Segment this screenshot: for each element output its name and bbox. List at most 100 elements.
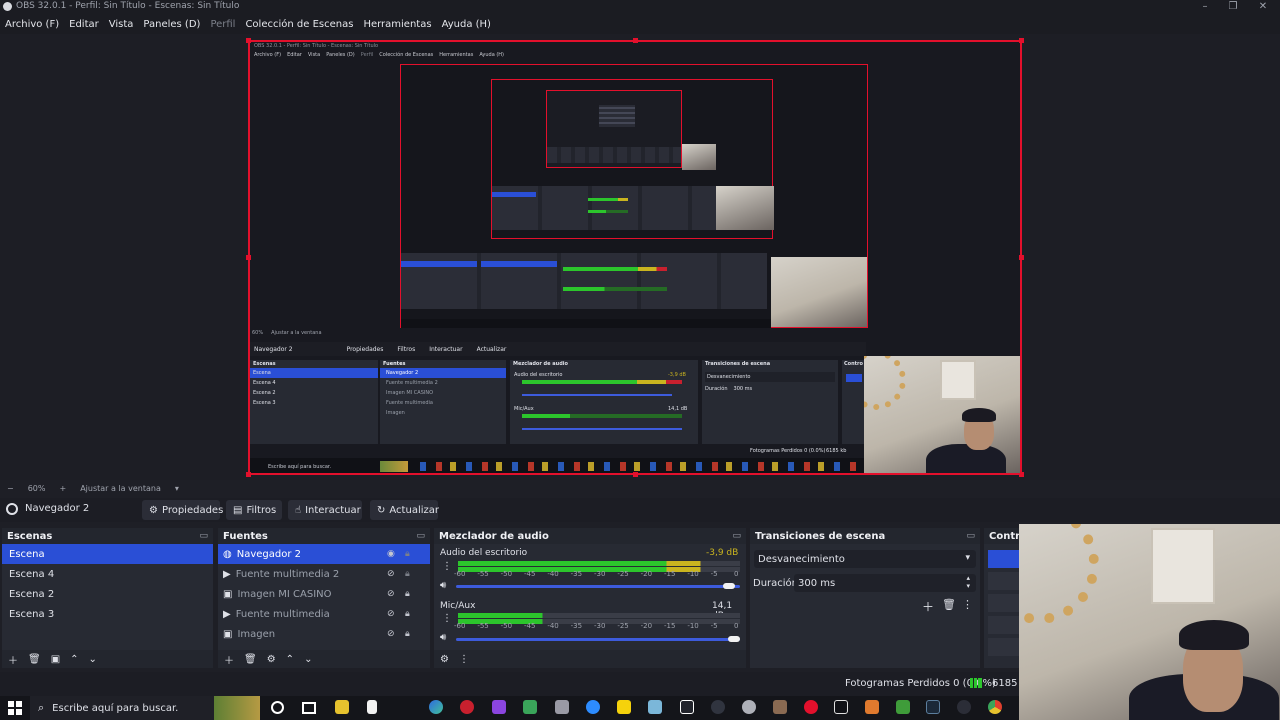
eye-hidden-icon[interactable]: ⊘ <box>387 569 395 579</box>
close-button[interactable]: ✕ <box>1248 0 1278 14</box>
eye-hidden-icon[interactable]: ⊘ <box>387 629 395 639</box>
chevron-down-icon[interactable]: ⌄ <box>89 654 97 665</box>
kebab-menu-icon[interactable]: ⋮ <box>459 654 469 665</box>
resize-handle-tr[interactable] <box>1019 38 1024 43</box>
unlock-icon[interactable]: 🔒︎ <box>405 569 410 579</box>
menu-paneles[interactable]: Paneles (D) <box>143 19 200 30</box>
resize-handle-tm[interactable] <box>633 38 638 43</box>
kebab-menu-icon[interactable]: ⋮ <box>442 613 452 624</box>
chrome-icon[interactable] <box>988 700 1002 714</box>
dock-menu-icon[interactable]: ▭ <box>199 531 208 541</box>
menu-editar[interactable]: Editar <box>69 19 99 30</box>
eye-hidden-icon[interactable]: ⊘ <box>387 589 395 599</box>
minecraft-icon[interactable] <box>896 700 910 714</box>
source-item[interactable]: ▣ Imagen MI CASINO ⊘ 🔒︎ <box>218 584 430 604</box>
task-view-icon[interactable] <box>302 702 316 714</box>
lock-icon[interactable]: 🔒︎ <box>405 589 410 599</box>
record-app-icon[interactable] <box>460 700 474 714</box>
kebab-menu-icon[interactable]: ⋮ <box>442 561 452 572</box>
chevron-down-icon[interactable]: ⌄ <box>304 654 312 665</box>
chevron-up-icon[interactable]: ⌃ <box>286 654 294 665</box>
scene-item[interactable]: Escena 3 <box>2 604 213 624</box>
sticky-notes-icon[interactable] <box>617 700 631 714</box>
volume-knob-desktop[interactable] <box>722 583 735 589</box>
menu-perfil[interactable]: Perfil <box>210 19 235 30</box>
source-item[interactable]: ▣ Imagen ⊘ 🔒︎ <box>218 624 430 644</box>
scene-item[interactable]: Escena 2 <box>2 584 213 604</box>
resize-handle-bl[interactable] <box>246 472 251 477</box>
dock-menu-icon[interactable]: ▭ <box>416 531 425 541</box>
menu-coleccion-escenas[interactable]: Colección de Escenas <box>245 19 353 30</box>
obs-icon[interactable] <box>711 700 725 714</box>
add-source-icon[interactable]: ＋ <box>224 652 234 667</box>
trash-icon[interactable]: 🗑 <box>244 654 257 665</box>
volume-slider-mic[interactable] <box>456 638 740 641</box>
menu-vista[interactable]: Vista <box>109 19 134 30</box>
twitch-icon[interactable] <box>492 700 506 714</box>
file-explorer-icon[interactable] <box>335 700 349 714</box>
eye-icon[interactable]: ◉ <box>387 549 395 559</box>
app-icon[interactable] <box>957 700 971 714</box>
unlock-icon[interactable]: 🔒︎ <box>405 549 410 559</box>
settings-icon[interactable] <box>742 700 756 714</box>
source-item[interactable]: ◍ Navegador 2 ◉ 🔒︎ <box>218 544 430 564</box>
properties-button[interactable]: ⚙ Propiedades <box>142 500 223 520</box>
app-icon[interactable] <box>865 700 879 714</box>
lock-icon[interactable]: 🔒︎ <box>405 629 410 639</box>
transition-select[interactable]: Desvanecimiento ▾ <box>754 550 976 568</box>
source-item[interactable]: ▶ Fuente multimedia ⊘ 🔒︎ <box>218 604 430 624</box>
chevron-down-icon[interactable]: ▾ <box>175 484 179 493</box>
capcut-icon[interactable] <box>680 700 694 714</box>
source-item[interactable]: ▶ Fuente multimedia 2 ⊘ 🔒︎ <box>218 564 430 584</box>
menu-ayuda[interactable]: Ayuda (H) <box>442 19 491 30</box>
filters-button[interactable]: ▤ Filtros <box>226 500 282 520</box>
speaker-icon[interactable]: 🔊︎ <box>440 632 446 643</box>
kebab-menu-icon[interactable]: ⋮ <box>962 598 973 611</box>
dock-menu-icon[interactable]: ▭ <box>732 531 741 541</box>
nested-webcam <box>716 186 774 230</box>
scene-item[interactable]: Escena <box>2 544 213 564</box>
lock-icon[interactable]: 🔒︎ <box>405 609 410 619</box>
resize-handle-tl[interactable] <box>246 38 251 43</box>
opera-icon[interactable] <box>804 700 818 714</box>
gear-icon[interactable]: ⚙ <box>267 654 276 665</box>
volume-knob-mic[interactable] <box>728 636 740 642</box>
volume-slider-desktop[interactable] <box>456 585 740 588</box>
eye-hidden-icon[interactable]: ⊘ <box>387 609 395 619</box>
duration-input[interactable]: 300 ms ▴ ▾ <box>794 574 976 592</box>
spinner-icon[interactable]: ▴ ▾ <box>966 574 970 590</box>
zoom-in-button[interactable]: + <box>59 484 66 493</box>
menu-archivo[interactable]: Archivo (F) <box>5 19 59 30</box>
tiktok-icon[interactable] <box>834 700 848 714</box>
add-scene-icon[interactable]: ＋ <box>8 652 18 667</box>
app-icon[interactable] <box>773 700 787 714</box>
menu-herramientas[interactable]: Herramientas <box>363 19 431 30</box>
speaker-icon[interactable]: 🔊︎ <box>440 580 446 591</box>
dock-menu-icon[interactable]: ▭ <box>966 531 975 541</box>
app-icon[interactable] <box>648 700 662 714</box>
zoom-out-button[interactable]: − <box>7 484 14 493</box>
trash-icon[interactable]: 🗑 <box>942 598 956 611</box>
fit-to-window-label[interactable]: Ajustar a la ventana <box>80 484 161 493</box>
resize-handle-mr[interactable] <box>1019 255 1024 260</box>
cortana-icon[interactable] <box>271 701 284 714</box>
refresh-button[interactable]: ↻ Actualizar <box>370 500 439 520</box>
filters-icon[interactable]: ▣ <box>51 654 60 665</box>
add-transition-icon[interactable]: ＋ <box>922 598 934 615</box>
app-icon[interactable] <box>523 700 537 714</box>
resize-handle-ml[interactable] <box>246 255 251 260</box>
chevron-up-icon[interactable]: ⌃ <box>70 654 78 665</box>
resize-handle-bm[interactable] <box>633 472 638 477</box>
zoom-icon[interactable] <box>586 700 600 714</box>
advanced-audio-icon[interactable]: ⚙ <box>440 654 449 665</box>
windows-start-icon[interactable] <box>8 701 22 715</box>
notepad-icon[interactable] <box>367 700 377 714</box>
trash-icon[interactable]: 🗑 <box>28 654 41 665</box>
steam-icon[interactable] <box>926 700 940 714</box>
minimize-button[interactable]: – <box>1190 0 1220 14</box>
edge-icon[interactable] <box>429 700 443 714</box>
maximize-button[interactable]: ❐ <box>1218 0 1248 14</box>
scene-item[interactable]: Escena 4 <box>2 564 213 584</box>
app-icon[interactable] <box>555 700 569 714</box>
interact-button[interactable]: ☝ Interactuar <box>288 500 362 520</box>
